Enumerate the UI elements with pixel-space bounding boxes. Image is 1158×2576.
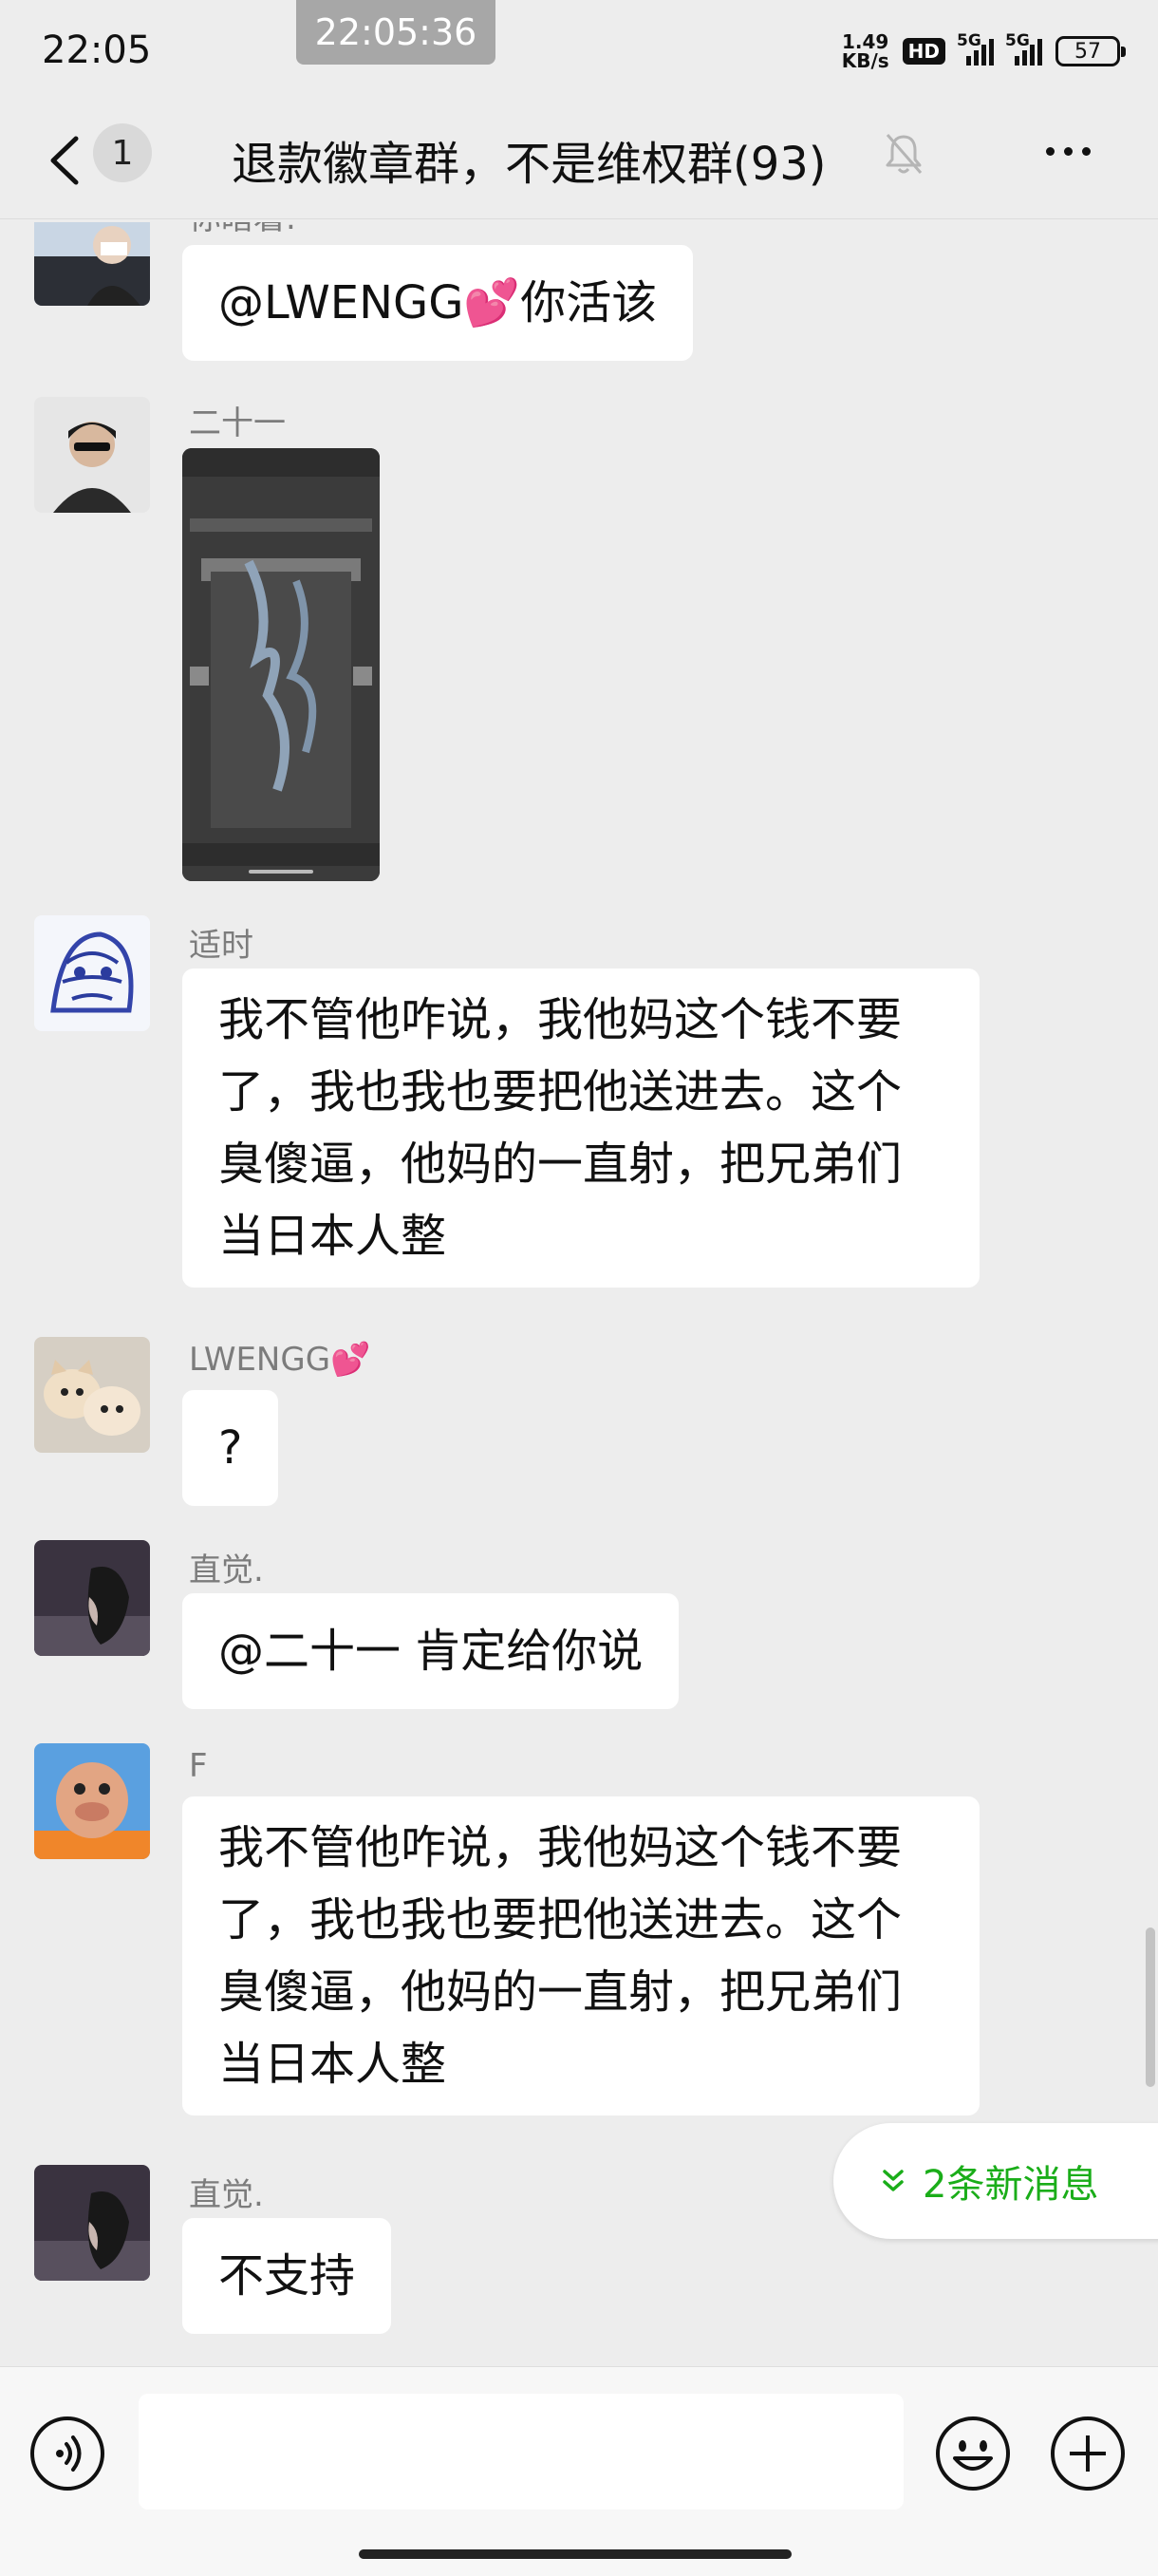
message-bubble[interactable]: 不支持 — [182, 2218, 392, 2334]
sender-name: LWENGG💕 — [189, 1341, 371, 1379]
avatar[interactable] — [34, 915, 150, 1031]
sender-name: 直觉. — [189, 2176, 264, 2214]
message-bubble[interactable]: 我不管他咋说，我他妈这个钱不要了，我也我也要把他送进去。这个臭傻逼，他妈的一直射… — [182, 1796, 980, 2115]
sender-name: 二十一 — [189, 404, 286, 442]
message-bubble[interactable]: ? — [182, 1390, 279, 1506]
message-bubble[interactable]: @LWENGG 💕 你活该 — [182, 245, 694, 361]
sender-name: 适时 — [189, 927, 253, 965]
voice-icon[interactable] — [30, 2416, 104, 2491]
double-chevron-down-icon — [883, 2170, 904, 2191]
sender-name: 直觉. — [189, 1551, 264, 1589]
avatar[interactable] — [34, 1337, 150, 1453]
home-indicator[interactable] — [359, 2549, 792, 2559]
page-title: 退款徽章群，不是维权群(93) — [232, 138, 827, 191]
more-icon[interactable] — [1046, 147, 1091, 156]
battery-icon: 57 — [1055, 36, 1126, 66]
avatar[interactable] — [34, 2165, 150, 2281]
new-messages-button[interactable]: 2条新消息 — [833, 2123, 1158, 2239]
hd-voice-icon: HD — [902, 38, 945, 65]
network-speed: 1.49 KB/s — [841, 30, 889, 72]
signal-5g-icon-2: 5G — [1005, 31, 1042, 66]
emoji-icon[interactable] — [934, 2415, 1012, 2492]
message-bubble[interactable]: 我不管他咋说，我他妈这个钱不要了，我也我也要把他送进去。这个臭傻逼，他妈的一直射… — [182, 968, 980, 1288]
message-bubble[interactable]: @二十一 肯定给你说 — [182, 1593, 680, 1709]
mute-bell-icon — [886, 134, 923, 174]
back-arrow-icon[interactable] — [38, 127, 95, 194]
image-message[interactable] — [182, 448, 380, 881]
avatar[interactable] — [34, 397, 150, 513]
avatar[interactable] — [34, 1743, 150, 1859]
plus-icon[interactable] — [1049, 2415, 1127, 2492]
unread-count-badge[interactable]: 1 — [93, 123, 152, 182]
status-bar: 22:05 22:05:36 1.49 KB/s HD 5G 5G 57 — [0, 0, 1158, 104]
screen-recording-timer: 22:05:36 — [296, 0, 495, 65]
status-time: 22:05 — [42, 28, 152, 72]
status-icons: 1.49 KB/s HD 5G 5G 57 — [841, 30, 1126, 72]
sender-name: F — [189, 1747, 208, 1785]
input-bar — [0, 2366, 1158, 2576]
scrollbar-thumb[interactable] — [1146, 1927, 1155, 2087]
avatar[interactable] — [34, 1540, 150, 1656]
signal-5g-icon: 5G — [957, 31, 994, 66]
message-input[interactable] — [139, 2394, 904, 2510]
